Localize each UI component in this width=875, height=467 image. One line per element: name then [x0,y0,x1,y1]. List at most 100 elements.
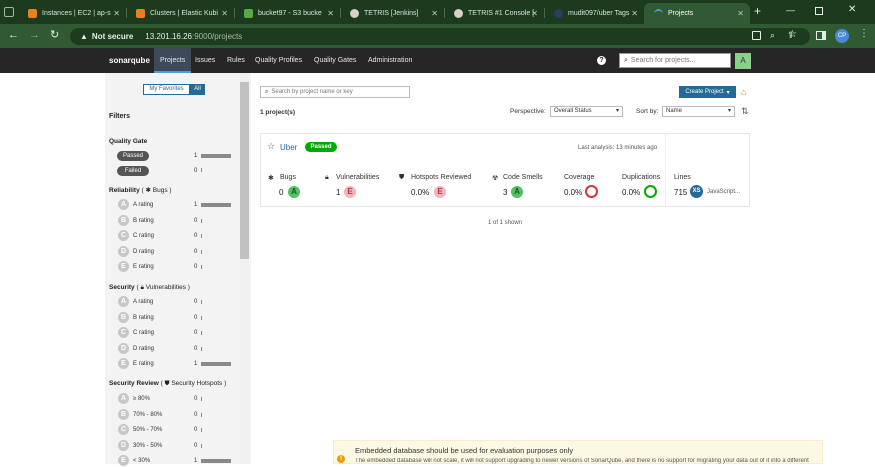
sidepanel-icon[interactable] [816,31,826,40]
hotspots-rating: E [434,186,446,198]
sonarqube-logo[interactable]: sonarqube [109,56,150,65]
security-filter-c[interactable]: C C rating 0 [115,327,235,339]
translate-icon[interactable] [752,31,761,40]
tab-projects[interactable]: Projects ✕ [644,3,750,24]
tab-dockerhub[interactable]: mudit097/uber Tags ✕ [544,3,644,24]
tab-eks[interactable]: Clusters | Elastic Kubi ✕ [126,3,234,24]
profile-avatar[interactable]: CP [835,29,849,43]
lines-label: Lines [674,174,691,181]
filter-bar [201,362,231,366]
rating-c-icon: C [118,327,129,338]
filter-count: 0 [194,248,198,255]
close-icon[interactable]: ✕ [737,9,744,18]
aws-icon [28,9,37,18]
security-review-filter-e[interactable]: E < 30% 1 [115,455,235,467]
reliability-filter-d[interactable]: D D rating 0 [115,245,235,258]
nav-projects[interactable]: Projects [154,48,192,73]
filter-bar [201,249,202,254]
url-bar[interactable]: ▲ Not secure 13.201.16.26:9000/projects [70,28,810,45]
tab-jenkins-console[interactable]: TETRIS #1 Console [✕ [444,3,544,24]
security-filter-e[interactable]: E E rating 1 [115,358,235,370]
filter-bar [201,412,202,417]
tab-search-icon[interactable] [4,7,14,17]
security-review-filter-d[interactable]: D 30% - 50% 0 [115,439,235,452]
reliability-filter-e[interactable]: E E rating 0 [115,261,235,273]
tab-ec2[interactable]: Instances | EC2 | ap-s ✕ [18,3,126,24]
sort-select[interactable]: Name ▾ [662,106,735,117]
favorite-star-icon[interactable]: ☆ [267,141,275,152]
all-button[interactable]: All [190,84,205,95]
security-review-filter-c[interactable]: C 50% - 70% 0 [115,424,235,436]
close-icon[interactable]: ✕ [327,9,334,18]
hotspots-value[interactable]: 0.0% [411,188,429,197]
filter-label: 70% - 80% [133,411,163,418]
security-review-filter-b[interactable]: B 70% - 80% 0 [115,408,235,421]
rating-c-icon: C [118,424,129,435]
reliability-filter-c[interactable]: C C rating 0 [115,230,235,242]
project-search-input[interactable]: ⌕ Search by project name or key [260,86,410,98]
filter-count: 0 [194,411,198,418]
menu-icon[interactable]: ⋮ [859,28,869,39]
vulnerabilities-value[interactable]: 1 [336,188,340,197]
user-avatar[interactable]: A [735,53,751,69]
warning-title: Embedded database should be used for eva… [355,446,574,455]
security-filter-d[interactable]: D D rating 0 [115,342,235,355]
window-close-icon[interactable]: ✕ [848,4,856,15]
restore-icon[interactable] [815,7,823,15]
help-icon[interactable]: ? [597,56,606,65]
back-icon[interactable]: ← [8,29,19,41]
security-filter-a[interactable]: A A rating 0 [115,296,235,308]
forward-icon[interactable]: → [29,29,40,41]
star-icon[interactable]: ☆ [788,29,797,40]
close-icon[interactable]: ✕ [431,9,438,18]
rating-a-icon: A [118,199,129,210]
new-tab-icon[interactable]: + [754,4,761,18]
tab-jenkins[interactable]: TETRIS [Jenkins] ✕ [340,3,444,24]
tab-s3[interactable]: bucket97 - S3 bucke ✕ [234,3,340,24]
s3-icon [244,9,253,18]
filter-failed[interactable]: Failed [117,166,149,176]
filter-label: < 30% [133,458,151,464]
chevron-down-icon: ▾ [726,89,730,96]
sort-direction-icon[interactable]: ⇅ [741,106,749,117]
zoom-icon[interactable]: ⌕ [770,30,775,41]
duplications-value[interactable]: 0.0% [622,188,640,197]
bugs-label: Bugs [280,174,296,181]
reliability-filter-a[interactable]: A A rating 1 [115,199,235,211]
bug-icon: ✱ [145,187,151,194]
nav-quality-profiles[interactable]: Quality Profiles [255,48,302,73]
create-project-button[interactable]: Create Project ▾ [679,86,736,98]
perspective-select[interactable]: Overall Status ▾ [550,106,623,117]
global-search-input[interactable]: ⌕ Search for projects... [619,53,731,68]
filter-count: 1 [194,361,198,367]
reliability-filter-b[interactable]: B B rating 0 [115,214,235,227]
filter-label: D rating [133,248,155,255]
metrics-divider [665,134,666,206]
close-icon[interactable]: ✕ [631,9,638,18]
reload-icon[interactable]: ↻ [50,28,59,41]
warning-icon: ! [337,455,345,463]
coverage-value[interactable]: 0.0% [564,188,582,197]
failed-bar [201,168,202,172]
code-smells-value[interactable]: 3 [503,188,507,197]
nav-rules[interactable]: Rules [227,48,245,73]
scrollbar-thumb[interactable] [240,82,249,259]
minimize-icon[interactable]: — [786,5,795,15]
close-icon[interactable]: ✕ [531,9,538,18]
nav-issues[interactable]: Issues [195,48,215,73]
close-icon[interactable]: ✕ [221,9,228,18]
project-count: 1 project(s) [260,109,296,116]
duplications-donut-icon [644,185,657,198]
filter-count: 0 [194,330,198,336]
my-favorites-button[interactable]: My Favorites [143,84,190,95]
security-filter-b[interactable]: B B rating 0 [115,311,235,324]
nav-administration[interactable]: Administration [368,48,412,73]
quality-gate-badge: Passed [305,142,337,152]
nav-quality-gates[interactable]: Quality Gates [314,48,356,73]
filter-passed[interactable]: Passed [117,151,149,161]
bugs-value[interactable]: 0 [279,188,283,197]
project-name-link[interactable]: Uber [280,143,297,152]
close-icon[interactable]: ✕ [113,9,120,18]
security-review-filter-a[interactable]: A ≥ 80% 0 [115,393,235,405]
home-icon[interactable]: ⌂ [741,87,746,97]
